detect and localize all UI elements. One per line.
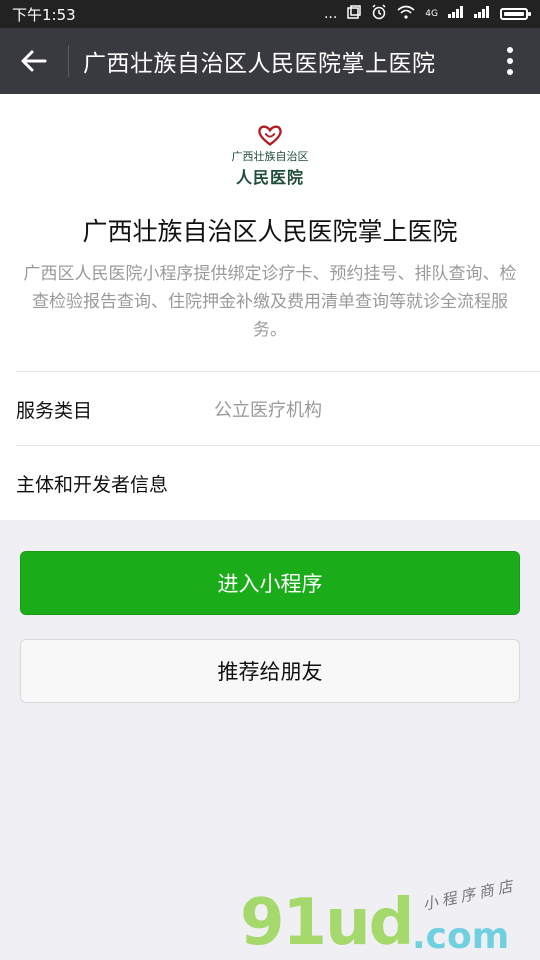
nav-divider: [68, 45, 69, 77]
back-arrow-icon: [21, 50, 47, 72]
hospital-emblem-icon: [258, 125, 282, 146]
wifi-icon: [397, 5, 415, 23]
service-category-label: 服务类目: [16, 400, 93, 422]
logo-text-top: 广西壮族自治区: [231, 150, 309, 163]
signal-icon-1: [448, 6, 464, 22]
watermark-domain: .com: [412, 916, 510, 957]
divider: [16, 371, 540, 372]
network-type-label: 4G: [425, 9, 438, 19]
watermark-tagline: 小程序商店: [421, 876, 518, 914]
enter-mini-program-button[interactable]: 进入小程序: [20, 551, 520, 615]
alarm-icon: [371, 4, 387, 24]
screenshot-icon: [347, 5, 362, 23]
nav-title: 广西壮族自治区人民医院掌上医院: [83, 51, 436, 77]
back-button[interactable]: [0, 28, 68, 94]
app-name: 广西壮族自治区人民医院掌上医院: [82, 217, 458, 246]
logo-text-main: 人民医院: [235, 168, 304, 187]
mini-program-info-card: 广西壮族自治区 人民医院 广西壮族自治区人民医院掌上医院 广西区人民医院小程序提…: [0, 94, 540, 520]
hospital-logo: 广西壮族自治区 人民医院: [214, 124, 326, 188]
app-description: 广西区人民医院小程序提供绑定诊疗卡、预约挂号、排队查询、检查检验报告查询、住院押…: [23, 264, 517, 340]
battery-icon: [500, 8, 531, 20]
divider: [16, 445, 540, 446]
more-vertical-icon: [507, 47, 513, 75]
service-category-value: 公立医疗机构: [214, 400, 322, 421]
watermark: 91ud .com 小程序商店: [236, 876, 536, 960]
status-bar: 下午1:53 ... 4G: [0, 0, 540, 28]
watermark-main: 91ud: [240, 886, 414, 960]
status-icons: ... 4G: [323, 4, 531, 24]
notification-dots: ...: [323, 6, 338, 22]
developer-info-row[interactable]: 主体和开发者信息: [16, 470, 168, 497]
more-button[interactable]: [480, 28, 540, 94]
share-to-friend-button[interactable]: 推荐给朋友: [20, 639, 520, 703]
nav-bar: 广西壮族自治区人民医院掌上医院: [0, 28, 540, 94]
status-time: 下午1:53: [12, 5, 76, 24]
signal-icon-2: [474, 6, 490, 22]
